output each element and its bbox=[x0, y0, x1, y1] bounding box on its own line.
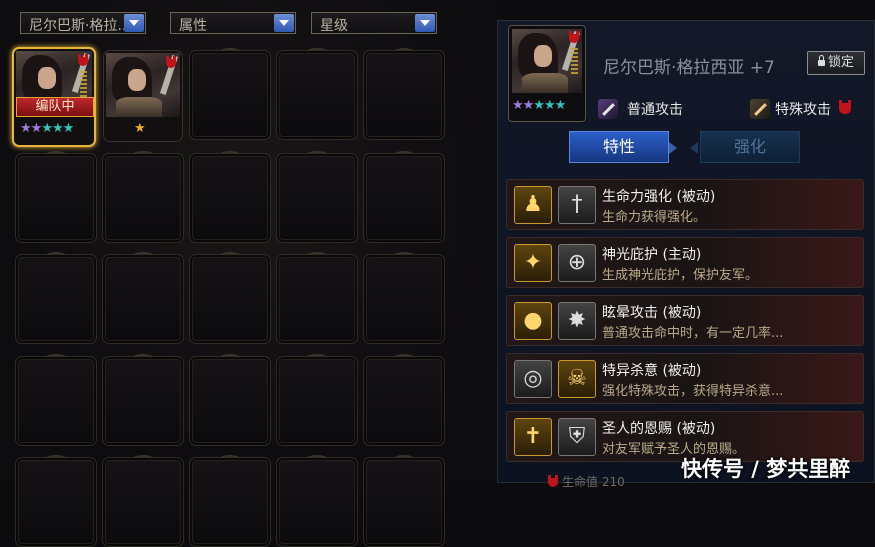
empty-hero-slot[interactable] bbox=[189, 455, 271, 547]
attribute-filter-dropdown[interactable]: 属性 bbox=[170, 12, 296, 34]
skill-description: 生成神光庇护，保护友军。 bbox=[602, 268, 759, 283]
empty-hero-slot[interactable] bbox=[363, 48, 445, 140]
watermark: 快传号 / 梦共里醉 bbox=[681, 457, 851, 481]
skill-vitality-icon: ♟ bbox=[514, 186, 552, 224]
tab-arrow-icon bbox=[690, 142, 698, 154]
hero-stars: ★★★★★ bbox=[20, 121, 74, 136]
skill-spiral-icon: ◎ bbox=[514, 360, 552, 398]
empty-hero-slot[interactable] bbox=[189, 48, 271, 140]
skill-row[interactable]: ✦ ⊕ 神光庇护 (主动) 生成神光庇护，保护友军。 bbox=[506, 237, 864, 288]
skill-name: 特异杀意 (被动) bbox=[602, 363, 702, 379]
bottom-stat: 生命值 210 bbox=[548, 473, 625, 490]
lock-button[interactable]: 锁定 bbox=[807, 51, 865, 75]
level-ladder-icon bbox=[571, 48, 578, 76]
skill-description: 普通攻击命中时，有一定几率... bbox=[602, 326, 784, 341]
level-ladder-icon bbox=[80, 71, 87, 99]
detail-hero-stars: ★★★★★ bbox=[512, 98, 566, 113]
hero-card-selected[interactable]: 编队中 ★★★★★ bbox=[12, 47, 96, 147]
star-filter-value: 星级 bbox=[320, 18, 348, 34]
skill-name: 圣人的恩赐 (被动) bbox=[602, 421, 716, 437]
empty-hero-slot[interactable] bbox=[363, 455, 445, 547]
skill-row[interactable]: ◎ ☠ 特异杀意 (被动) 强化特殊攻击，获得特异杀意... bbox=[506, 353, 864, 404]
detail-hero-portrait: ★★★★★ bbox=[508, 25, 586, 122]
empty-hero-slot[interactable] bbox=[15, 354, 97, 446]
special-attack-icon bbox=[750, 99, 770, 119]
normal-attack-label: 普通攻击 bbox=[627, 102, 683, 118]
empty-hero-slot[interactable] bbox=[15, 252, 97, 344]
empty-hero-slot[interactable] bbox=[276, 455, 358, 547]
empty-hero-slot[interactable] bbox=[189, 252, 271, 344]
empty-hero-slot[interactable] bbox=[276, 252, 358, 344]
empty-hero-slot[interactable] bbox=[189, 151, 271, 243]
chevron-down-icon[interactable] bbox=[415, 14, 435, 32]
skill-cross-icon: ✝ bbox=[514, 418, 552, 456]
stat-value: 210 bbox=[601, 475, 625, 489]
tab-traits[interactable]: 特性 bbox=[569, 131, 669, 163]
empty-hero-slot[interactable] bbox=[15, 151, 97, 243]
empty-hero-slot[interactable] bbox=[102, 455, 184, 547]
normal-attack-icon bbox=[598, 99, 618, 119]
tab-arrow-icon bbox=[669, 142, 677, 154]
skill-name: 生命力强化 (被动) bbox=[602, 189, 716, 205]
skill-description: 生命力获得强化。 bbox=[602, 210, 707, 225]
empty-hero-slot[interactable] bbox=[363, 354, 445, 446]
hero-name: 尼尔巴斯·格拉西亚 +7 bbox=[603, 58, 775, 78]
empty-hero-slot[interactable] bbox=[15, 455, 97, 547]
demon-type-icon bbox=[839, 100, 851, 114]
empty-hero-slot[interactable] bbox=[363, 151, 445, 243]
skill-shield-icon: ⛨ bbox=[558, 418, 596, 456]
skill-target-icon: ⊕ bbox=[558, 244, 596, 282]
chevron-down-icon[interactable] bbox=[124, 14, 144, 32]
skill-skull-icon: ☠ bbox=[558, 360, 596, 398]
empty-hero-slot[interactable] bbox=[276, 354, 358, 446]
empty-hero-slot[interactable] bbox=[102, 151, 184, 243]
skill-description: 强化特殊攻击，获得特异杀意... bbox=[602, 384, 784, 399]
hero-filter-dropdown[interactable]: 尼尔巴斯·格拉... bbox=[20, 12, 146, 34]
in-team-badge: 编队中 bbox=[16, 97, 94, 117]
empty-hero-slot[interactable] bbox=[276, 151, 358, 243]
attribute-filter-value: 属性 bbox=[179, 18, 207, 34]
hero-card[interactable]: ★ bbox=[103, 50, 183, 142]
skill-burst-icon: ✸ bbox=[558, 302, 596, 340]
chevron-down-icon[interactable] bbox=[274, 14, 294, 32]
special-attack-label: 特殊攻击 bbox=[775, 102, 831, 118]
skill-stun-icon: ● bbox=[514, 302, 552, 340]
hero-filter-value: 尼尔巴斯·格拉... bbox=[29, 18, 125, 34]
skill-holy-light-icon: ✦ bbox=[514, 244, 552, 282]
empty-hero-slot[interactable] bbox=[102, 354, 184, 446]
skill-name: 神光庇护 (主动) bbox=[602, 247, 702, 263]
empty-hero-slot[interactable] bbox=[363, 252, 445, 344]
lock-icon bbox=[817, 55, 825, 66]
skill-row[interactable]: ♟ † 生命力强化 (被动) 生命力获得强化。 bbox=[506, 179, 864, 230]
skill-row[interactable]: ● ✸ 眩晕攻击 (被动) 普通攻击命中时，有一定几率... bbox=[506, 295, 864, 346]
lock-label: 锁定 bbox=[827, 55, 854, 70]
empty-hero-slot[interactable] bbox=[276, 48, 358, 140]
star-filter-dropdown[interactable]: 星级 bbox=[311, 12, 437, 34]
skill-name: 眩晕攻击 (被动) bbox=[602, 305, 702, 321]
skill-sword-icon: † bbox=[558, 186, 596, 224]
empty-hero-slot[interactable] bbox=[102, 252, 184, 344]
hero-stars: ★ bbox=[134, 121, 146, 136]
empty-hero-slot[interactable] bbox=[189, 354, 271, 446]
tab-enhance[interactable]: 强化 bbox=[700, 131, 800, 163]
stat-label: 生命值 bbox=[562, 475, 599, 489]
